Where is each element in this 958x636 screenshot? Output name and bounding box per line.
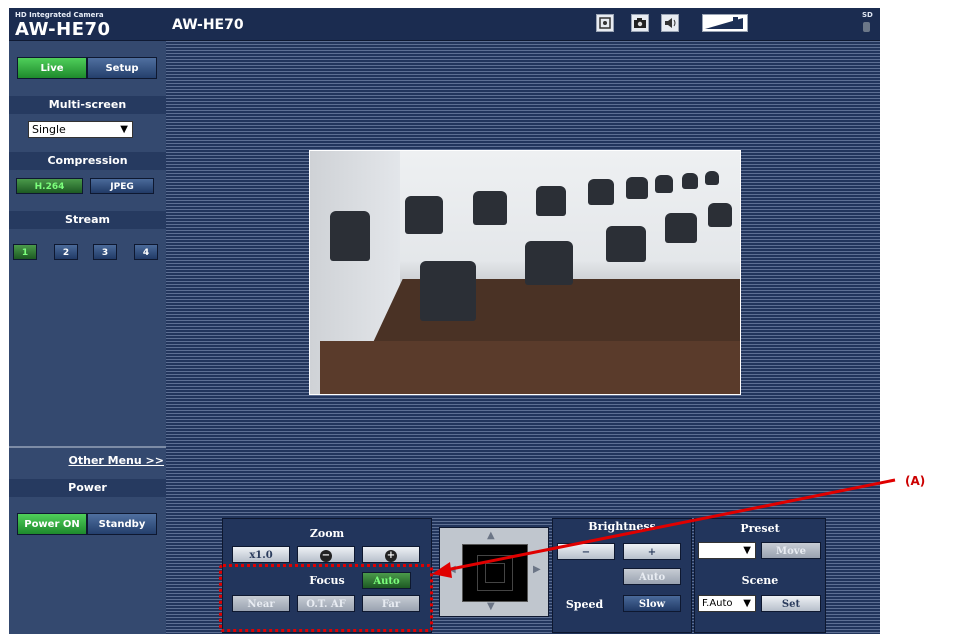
callout-label: (A) bbox=[905, 474, 926, 488]
callout-arrow-icon bbox=[432, 478, 896, 578]
